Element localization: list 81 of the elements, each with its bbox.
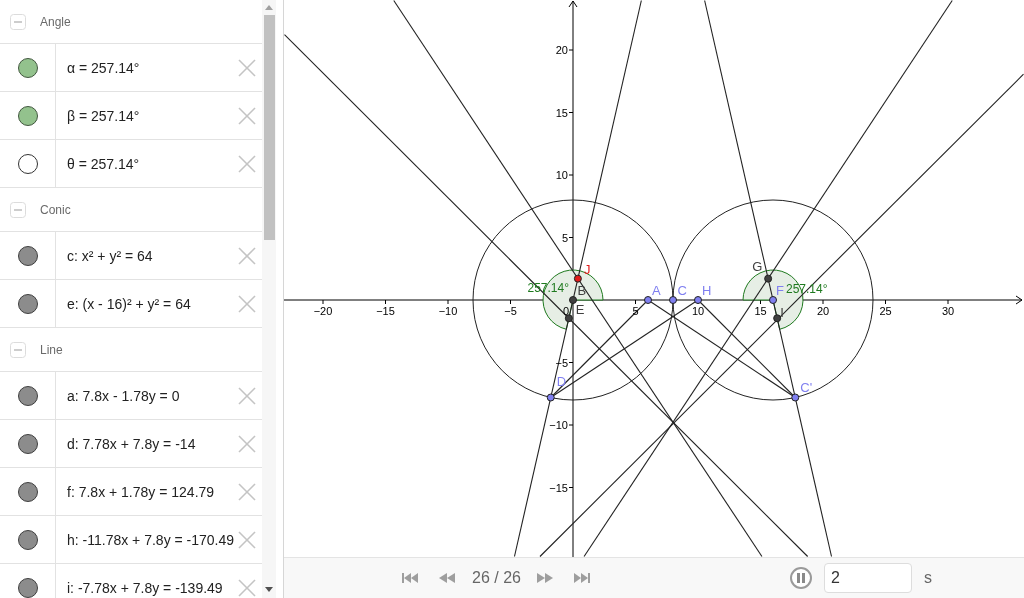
axis-tick-label: 5 — [632, 305, 639, 317]
visibility-dot-icon[interactable] — [17, 105, 38, 126]
close-icon[interactable] — [238, 434, 256, 453]
skip-to-start-button[interactable] — [402, 573, 418, 583]
algebra-expression[interactable]: θ = 257.14° — [56, 155, 238, 172]
close-icon[interactable] — [238, 386, 256, 405]
skip-to-end-button[interactable] — [573, 573, 590, 583]
axis-tick-label: 0 — [562, 305, 570, 317]
scroll-up-arrow-icon[interactable] — [265, 5, 273, 10]
algebra-expression[interactable]: d: 7.78x + 7.8y = -14 — [56, 435, 238, 452]
algebra-expression[interactable]: h: -11.78x + 7.8y = -170.49 — [56, 531, 238, 548]
speed-input[interactable]: 2 — [823, 563, 912, 593]
next-button[interactable] — [536, 573, 553, 583]
algebra-expression[interactable]: c: x² + y² = 64 — [56, 247, 238, 264]
point-label: F — [776, 283, 784, 298]
axis-tick-label: 10 — [555, 169, 568, 181]
axis-tick-label: 20 — [816, 305, 830, 317]
scroll-down-arrow-icon[interactable] — [265, 587, 273, 592]
unit-label: s — [923, 569, 932, 587]
slide-counter: 26 / 26 — [472, 569, 521, 587]
axis-tick-label: −5 — [504, 305, 517, 317]
pause-button[interactable] — [789, 567, 812, 589]
visibility-dot-icon[interactable] — [17, 57, 38, 78]
algebra-expression[interactable]: i: -7.78x + 7.8y = -139.49 — [56, 579, 238, 596]
algebra-expression[interactable]: α = 257.14° — [56, 59, 238, 76]
axis-tick-label: 25 — [879, 305, 892, 317]
point-label: D — [556, 373, 567, 389]
point-label: C — [677, 283, 687, 298]
collapse-toggle[interactable] — [10, 13, 26, 30]
visibility-dot-icon[interactable] — [17, 433, 38, 454]
skip-to-end-icon — [573, 573, 590, 583]
axis-tick-label: −10 — [438, 305, 458, 317]
axis-tick-label: −5 — [555, 356, 568, 369]
visibility-dot-icon[interactable] — [17, 529, 38, 550]
axis-tick-label: −15 — [549, 481, 568, 494]
collapse-toggle[interactable] — [10, 201, 26, 218]
rewind-icon — [439, 573, 455, 583]
visibility-dot-icon[interactable] — [17, 577, 38, 598]
point-label: H — [702, 283, 712, 298]
section-title: Angle — [40, 14, 71, 29]
point-label: B — [577, 283, 587, 298]
skip-to-start-icon — [402, 573, 418, 583]
visibility-dot-icon[interactable] — [17, 385, 38, 406]
close-icon[interactable] — [238, 246, 256, 265]
previous-button[interactable] — [439, 573, 455, 583]
axis-tick-label: 15 — [555, 106, 568, 119]
scrollbar-thumb[interactable] — [263, 15, 275, 240]
algebra-expression[interactable]: β = 257.14° — [56, 107, 238, 124]
close-icon[interactable] — [238, 482, 256, 501]
close-icon[interactable] — [238, 106, 256, 125]
axis-tick-label: −15 — [376, 305, 395, 317]
pause-icon — [796, 573, 805, 583]
visibility-dot-icon[interactable] — [17, 245, 38, 266]
point-label: E — [575, 302, 585, 318]
axis-tick-label: −20 — [313, 305, 333, 317]
axis-tick-label: 20 — [555, 44, 568, 56]
close-icon[interactable] — [238, 58, 256, 77]
algebra-expression[interactable]: a: 7.8x - 1.78y = 0 — [56, 387, 238, 404]
axis-tick-label: 5 — [561, 231, 568, 244]
visibility-dot-icon[interactable] — [17, 153, 38, 174]
axis-tick-label: −10 — [549, 419, 568, 431]
point-label: C' — [800, 379, 813, 395]
axis-tick-label: 10 — [691, 305, 705, 317]
axis-tick-label: 30 — [941, 305, 955, 317]
close-icon[interactable] — [238, 154, 256, 173]
visibility-dot-icon[interactable] — [17, 481, 38, 502]
axis-tick-label: 15 — [754, 305, 767, 317]
close-icon[interactable] — [238, 294, 256, 313]
point-label: J — [583, 261, 591, 277]
fast-forward-icon — [536, 573, 553, 583]
section-title: Conic — [40, 202, 71, 217]
point-label: I — [780, 305, 784, 321]
algebra-expression[interactable]: f: 7.8x + 1.78y = 124.79 — [56, 483, 238, 500]
point-label: G — [752, 258, 763, 274]
close-icon[interactable] — [238, 578, 256, 597]
collapse-toggle[interactable] — [10, 341, 26, 358]
close-icon[interactable] — [238, 530, 256, 549]
section-title: Line — [40, 342, 63, 357]
point-label: A — [652, 283, 661, 298]
algebra-expression[interactable]: e: (x - 16)² + y² = 64 — [56, 295, 238, 312]
visibility-dot-icon[interactable] — [17, 293, 38, 314]
